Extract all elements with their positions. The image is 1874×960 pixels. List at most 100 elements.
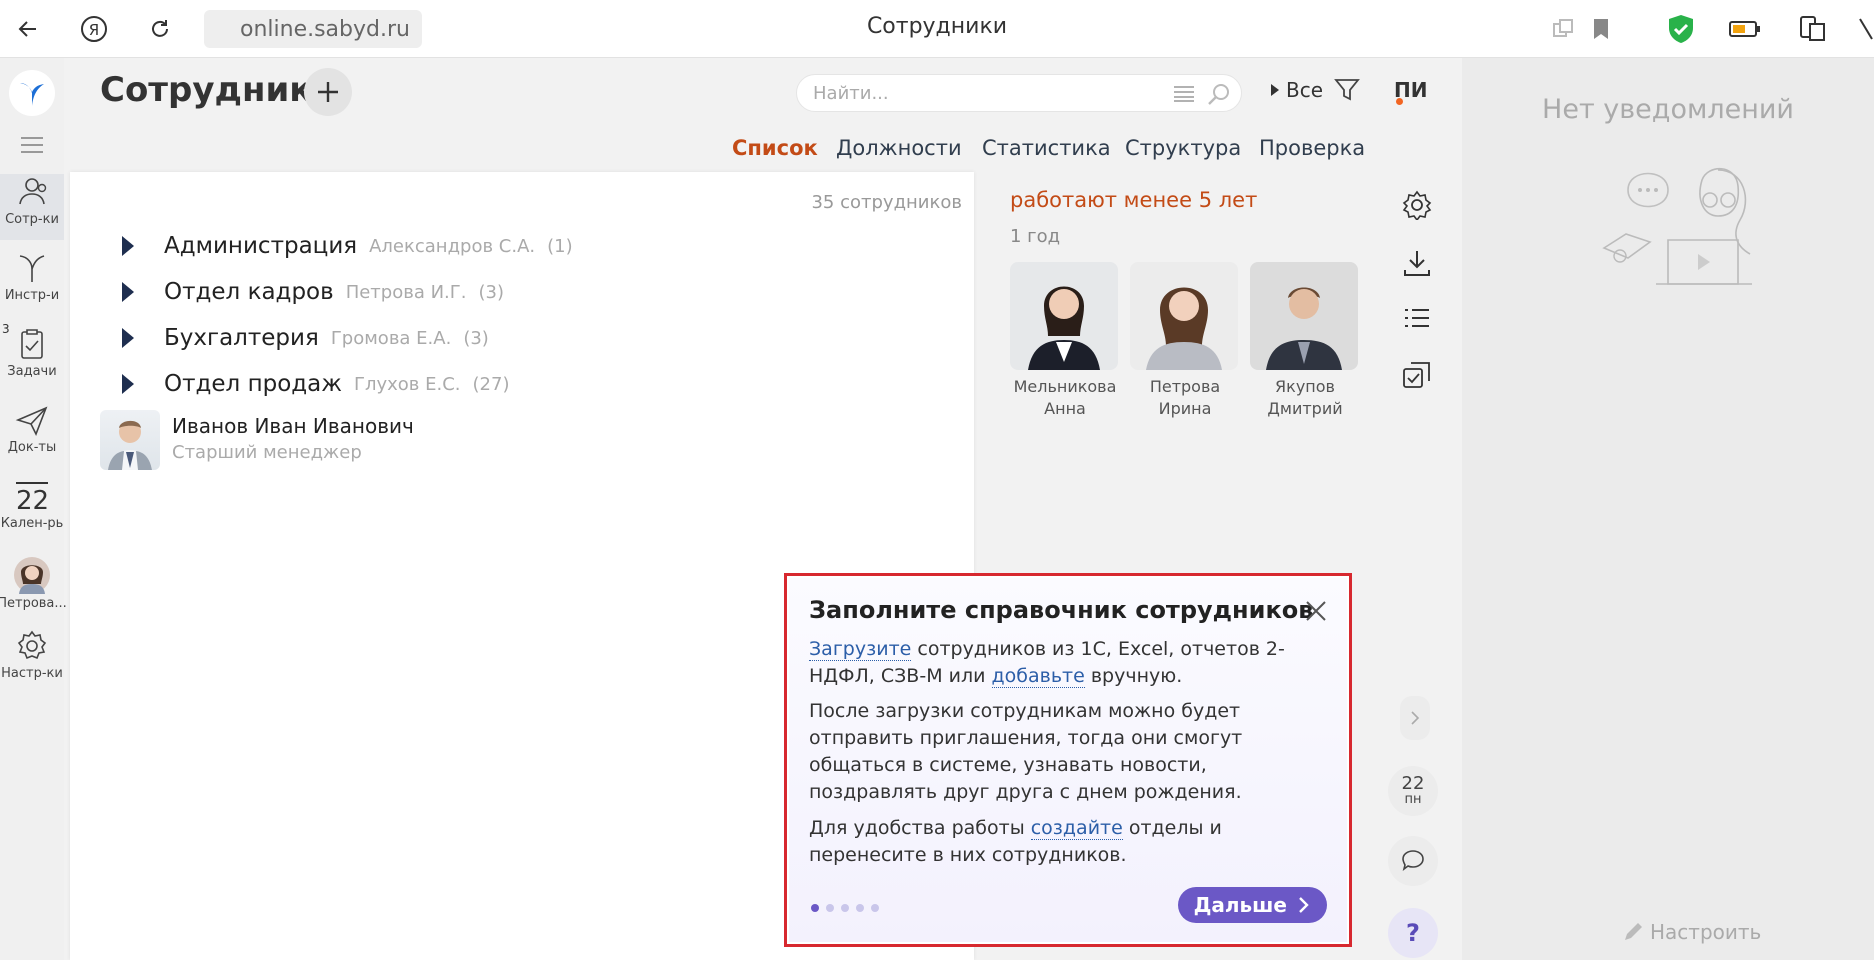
svg-text:Я: Я [89, 21, 99, 39]
department-row[interactable]: Бухгалтерия Громова Е.А. (3) [122, 322, 489, 354]
tabs-button[interactable] [1550, 12, 1576, 46]
nav-settings[interactable]: Настр-ки [0, 628, 64, 694]
help-button[interactable]: ? [1388, 908, 1438, 958]
nav-label: Сотр-ки [5, 212, 59, 227]
nav-profile[interactable]: Петрова... [0, 556, 67, 622]
person-photo-image [1130, 262, 1238, 370]
menu-burger[interactable] [20, 136, 44, 158]
person-first-line: Якупов [1275, 377, 1335, 396]
list-view-icon[interactable] [1402, 304, 1432, 334]
tab-list[interactable]: Список [732, 136, 818, 179]
people-icon [19, 178, 47, 205]
nav-label: Инстр-и [4, 288, 60, 303]
popup-paragraph-1: Загрузите сотрудников из 1С, Excel, отче… [809, 636, 1329, 690]
filter-icon[interactable] [1334, 78, 1360, 102]
widget-title[interactable]: работают менее 5 лет [1010, 188, 1390, 212]
extension-button[interactable] [1796, 12, 1830, 46]
employee-photo [100, 410, 160, 470]
protect-button[interactable] [1664, 12, 1698, 46]
department-row[interactable]: Отдел продаж Глухов Е.С. (27) [122, 368, 509, 400]
tab-label: Список [732, 136, 818, 160]
nav-calendar[interactable]: 22 Кален-рь [0, 482, 64, 548]
user-status-dot [1396, 98, 1403, 105]
shield-icon [1669, 15, 1693, 43]
tab-label: Проверка [1259, 136, 1366, 160]
url-field[interactable]: online.sabyd.ru [204, 10, 422, 48]
app-logo[interactable] [9, 70, 55, 116]
widget-person[interactable]: Якупов Дмитрий [1250, 262, 1360, 420]
expand-panel-button[interactable] [1400, 696, 1430, 740]
bookmark-button[interactable] [1588, 12, 1614, 46]
chevron-right-icon [1411, 711, 1420, 725]
department-row[interactable]: Отдел кадров Петрова И.Г. (3) [122, 276, 504, 308]
pagination-dot[interactable] [841, 904, 849, 912]
pagination-dot[interactable] [856, 904, 864, 912]
avatar [14, 557, 50, 594]
menu-button[interactable] [1858, 12, 1874, 46]
nav-documents[interactable]: Док-ты [0, 402, 64, 468]
tab-statistics[interactable]: Статистика [982, 136, 1111, 160]
pagination-dot[interactable] [811, 904, 819, 912]
back-button[interactable] [10, 11, 46, 47]
expand-arrow-icon[interactable] [122, 328, 134, 348]
expand-arrow-icon[interactable] [122, 374, 134, 394]
department-row[interactable]: Администрация Александров С.А. (1) [122, 230, 573, 262]
setup-link[interactable]: Настроить [1622, 920, 1761, 944]
nav-tools[interactable]: Инстр-и [0, 250, 64, 316]
expand-arrow-icon[interactable] [122, 282, 134, 302]
expand-arrow-icon[interactable] [122, 236, 134, 256]
browser-toolbar: Я online.sabyd.ru Сотрудники [0, 0, 1874, 58]
download-icon[interactable] [1402, 248, 1432, 278]
yandex-button[interactable]: Я [76, 11, 112, 47]
add-employee-button[interactable] [304, 68, 352, 116]
list-filter-icon[interactable] [1173, 86, 1195, 102]
close-icon[interactable] [1305, 600, 1327, 622]
hamburger-icon [21, 137, 43, 153]
all-filter-label: Все [1286, 78, 1324, 102]
all-filter-button[interactable]: Все [1270, 78, 1323, 102]
pagination-dot[interactable] [826, 904, 834, 912]
url-text: online.sabyd.ru [240, 16, 410, 42]
person-photo [1010, 262, 1118, 370]
caret-right-icon [1271, 84, 1279, 96]
nav-employees[interactable]: Сотр-ки [0, 174, 64, 240]
department-count: (1) [547, 235, 573, 257]
person-photo-image [108, 420, 152, 470]
department-count: (3) [463, 327, 489, 349]
gear-icon[interactable] [1402, 190, 1432, 220]
tab-label: Должности [836, 136, 962, 160]
reload-button[interactable] [142, 11, 178, 47]
upload-link[interactable]: Загрузите [809, 638, 912, 661]
search-input[interactable] [813, 83, 1153, 104]
nav-label: Настр-ки [1, 666, 63, 681]
search-box [796, 74, 1242, 112]
page-title: Сотрудники [100, 70, 337, 110]
mass-select-icon[interactable] [1402, 360, 1432, 390]
calendar-mini-button[interactable]: 22 пн [1388, 766, 1438, 816]
employee-position: Старший менеджер [172, 442, 362, 463]
bookmark-icon [1594, 19, 1608, 39]
battery-button[interactable] [1728, 12, 1762, 46]
search-icon[interactable] [1207, 82, 1231, 106]
nav-tasks[interactable]: Задачи [0, 326, 64, 392]
department-count: (27) [472, 373, 510, 395]
pagination-dot[interactable] [871, 904, 879, 912]
tab-check[interactable]: Проверка [1259, 136, 1365, 160]
widget-person[interactable]: Мельникова Анна [1010, 262, 1120, 420]
next-button[interactable]: Дальше [1177, 887, 1327, 923]
chat-button[interactable] [1388, 836, 1438, 886]
add-link[interactable]: добавьте [991, 665, 1085, 688]
create-link[interactable]: создайте [1030, 817, 1123, 840]
department-count: (3) [478, 281, 504, 303]
tab-structure[interactable]: Структура [1125, 136, 1241, 160]
person-first-line: Мельникова [1013, 377, 1117, 396]
calendar-day: 22 [1401, 773, 1425, 794]
person-second-line: Ирина [1158, 399, 1212, 418]
documents-icon [15, 406, 48, 436]
tab-positions[interactable]: Должности [836, 136, 962, 160]
nav-label: Док-ты [7, 440, 57, 455]
popup-title: Заполните справочник сотрудников [809, 596, 1314, 624]
person-second-line: Анна [1044, 399, 1086, 418]
battery-icon [1729, 21, 1760, 37]
widget-person[interactable]: Петрова Ирина [1130, 262, 1240, 420]
